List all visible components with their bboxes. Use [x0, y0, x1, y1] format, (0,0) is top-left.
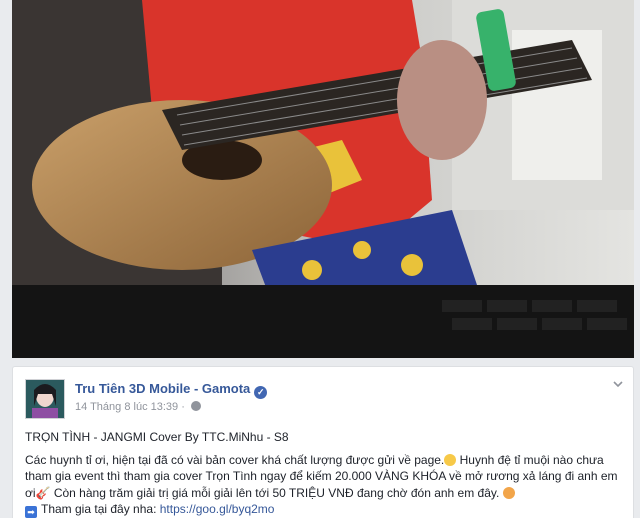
guitar-emoji-icon: 🎸 — [35, 485, 51, 500]
page-name-link[interactable]: Tru Tiên 3D Mobile - Gamota ✓ — [75, 381, 268, 399]
post-link[interactable]: https://goo.gl/byq2mo — [160, 502, 275, 516]
post-description: Các huynh tỉ ơi, hiện tại đã có vài bản … — [25, 452, 625, 502]
page-name-text[interactable]: Tru Tiên 3D Mobile - Gamota — [75, 381, 250, 396]
kiss-emoji-icon — [444, 453, 457, 466]
desc-part-1: Các huynh tỉ ơi, hiện tại đã có vài bản … — [25, 452, 445, 467]
post-body: TRỌN TÌNH - JANGMI Cover By TTC.MiNhu - … — [25, 429, 625, 518]
keyboard-shape — [12, 285, 634, 358]
link-prefix: Tham gia tại đây nha: — [41, 502, 160, 516]
chevron-down-icon[interactable] — [613, 379, 623, 389]
desc-part-3: Còn hàng trăm giải trị giá mỗi giải lên … — [50, 485, 500, 500]
post-card: Tru Tiên 3D Mobile - Gamota ✓ 14 Tháng 8 … — [12, 366, 634, 518]
link-line: ➡ Tham gia tại đây nha: https://goo.gl/by… — [25, 501, 625, 518]
post-timestamp[interactable]: 14 Tháng 8 lúc 13:39 — [75, 401, 178, 413]
video-frame — [12, 0, 634, 358]
arrow-right-icon: ➡ — [25, 506, 37, 518]
globe-icon — [190, 401, 201, 411]
post-title: TRỌN TÌNH - JANGMI Cover By TTC.MiNhu - … — [25, 430, 289, 444]
cat-emoji-icon — [502, 486, 515, 499]
meta-separator: · — [181, 401, 185, 413]
verified-badge-icon: ✓ — [254, 386, 268, 399]
post-meta: 14 Tháng 8 lúc 13:39 · — [75, 401, 201, 413]
video-player[interactable] — [12, 0, 634, 358]
avatar-icon[interactable] — [25, 379, 65, 419]
